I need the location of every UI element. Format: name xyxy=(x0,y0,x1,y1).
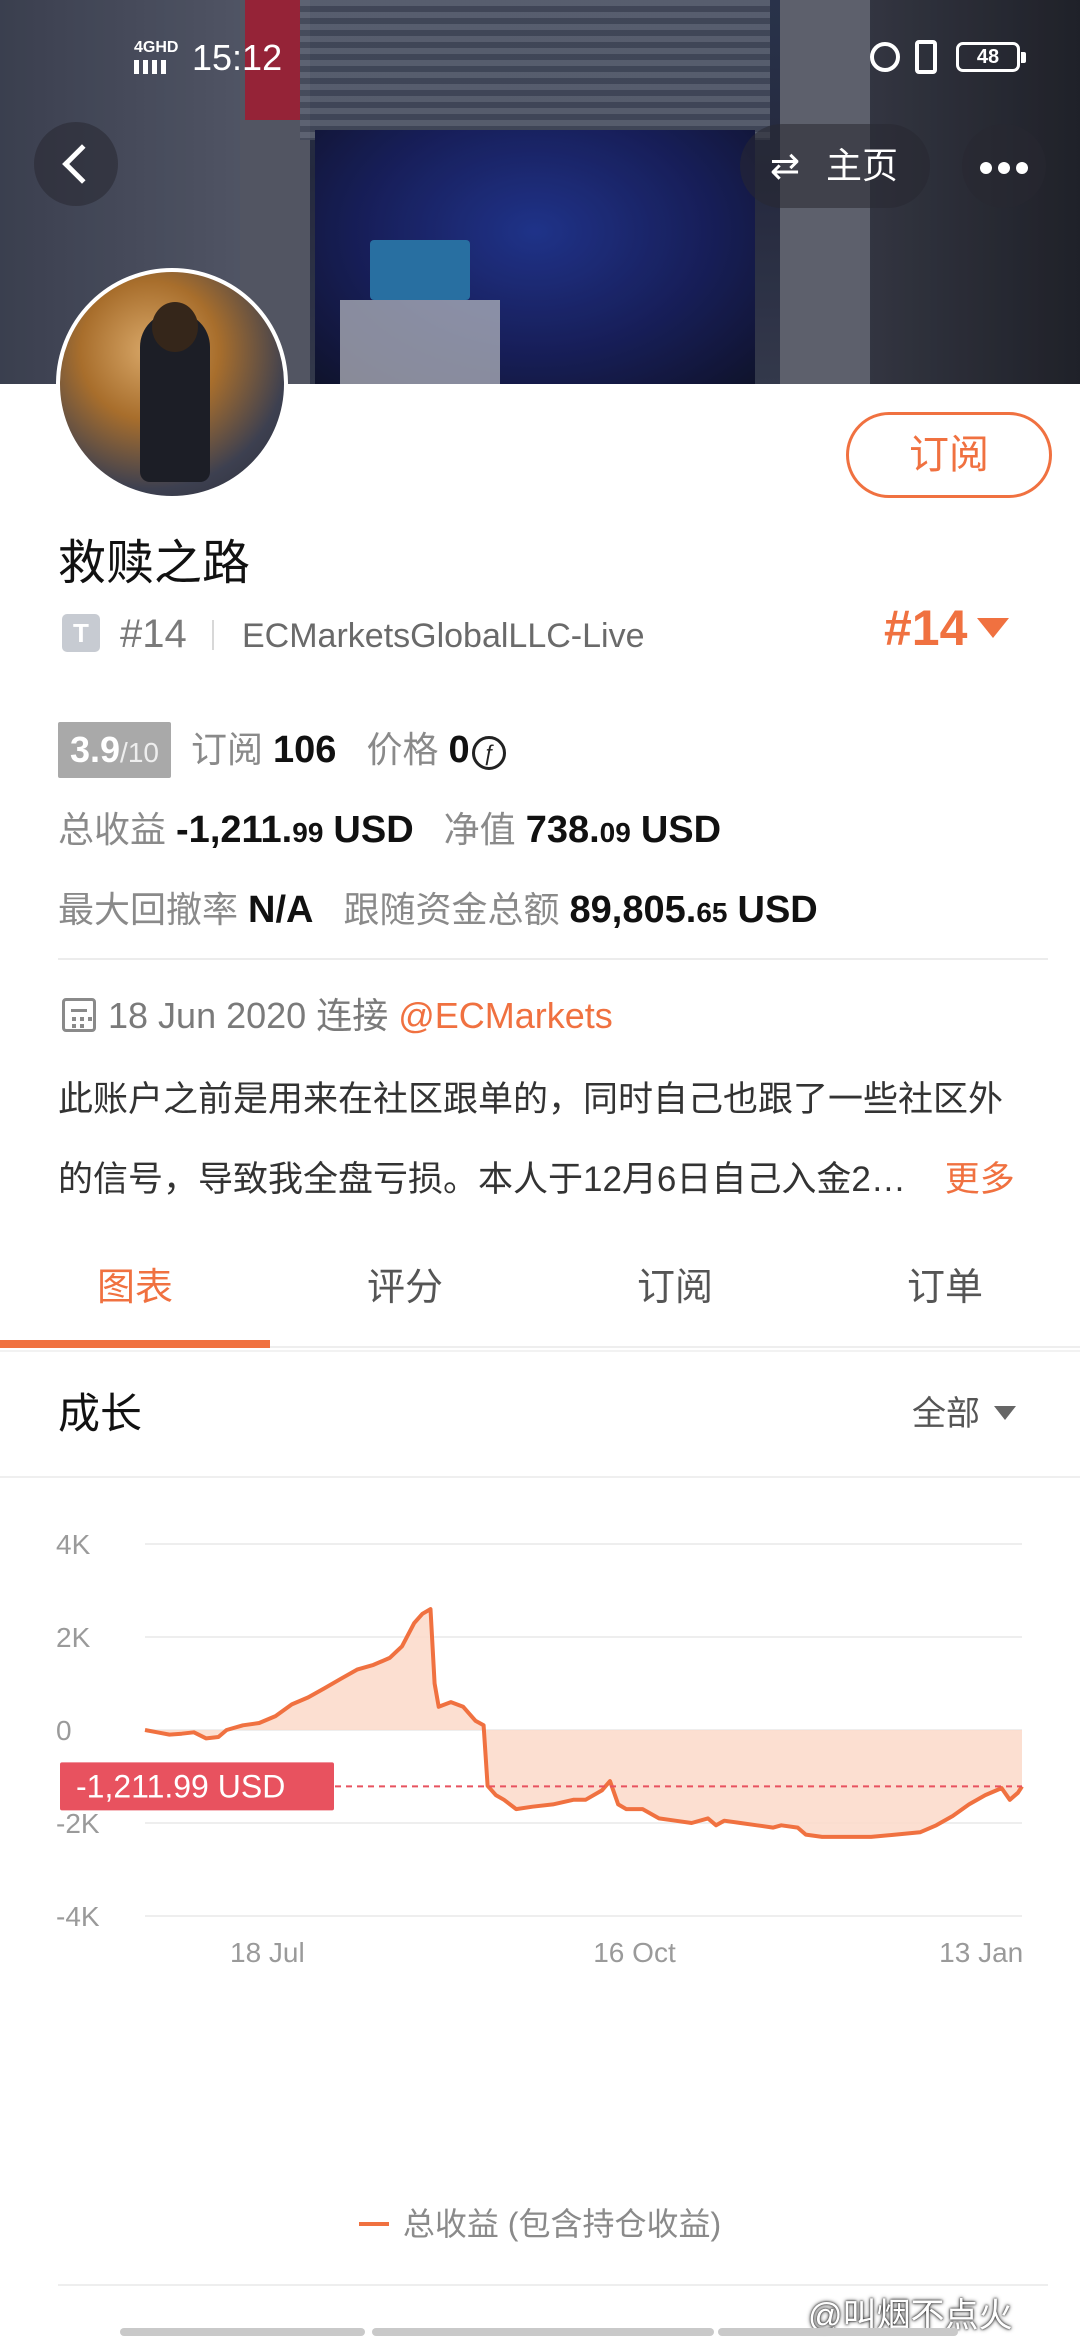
score-badge: 3.9/10 xyxy=(58,722,171,778)
tab-rating[interactable]: 评分 xyxy=(270,1230,540,1346)
home-indicator-segment xyxy=(718,2328,958,2336)
tier-badge: T xyxy=(62,614,100,652)
subscribers-label: 订阅 xyxy=(191,729,264,770)
connect-label: 连接 xyxy=(316,995,389,1036)
total-profit-dec: 99 xyxy=(292,817,324,848)
chevron-left-icon xyxy=(62,144,102,184)
follow-funds-int: 89,805. xyxy=(569,889,697,931)
equity-label: 净值 xyxy=(443,809,516,850)
more-dot-icon xyxy=(1016,162,1028,174)
divider xyxy=(0,1350,1080,1352)
broker-account: ECMarketsGlobalLLC-Live xyxy=(242,617,645,655)
y-tick-label: -4K xyxy=(56,1901,100,1932)
caret-down-icon xyxy=(994,1406,1016,1421)
connect-date: 18 Jun 2020 xyxy=(108,995,307,1036)
follow-funds-value: 89,805.65 xyxy=(570,889,728,931)
max-drawdown-value: N/A xyxy=(248,889,314,931)
tab-bar: 图表 评分 订阅 订单 xyxy=(0,1230,1080,1348)
y-tick-label: 4K xyxy=(56,1529,91,1560)
separator xyxy=(212,620,214,650)
total-profit-value: -1,211.99 xyxy=(176,809,323,851)
y-axis-ticks: 4K 2K 0 -2K -4K xyxy=(56,1529,100,1932)
score-value: 3.9 xyxy=(70,729,121,770)
subscribe-button[interactable]: 订阅 xyxy=(846,412,1052,498)
current-value-label: -1,211.99 USD xyxy=(76,1768,285,1804)
y-tick-label: 0 xyxy=(56,1715,72,1746)
divider xyxy=(58,958,1048,960)
broker-handle-link[interactable]: @ECMarkets xyxy=(398,995,613,1036)
more-dot-icon xyxy=(980,162,992,174)
total-profit-unit: USD xyxy=(333,809,414,851)
trader-name: 救赎之路 xyxy=(58,537,251,590)
network-indicator: 4GHD xyxy=(134,40,178,74)
legend-label: 总收益 (包含持仓收益) xyxy=(402,2206,722,2242)
description-line: 此账户之前是用来在社区跟单的，同时自己也跟了一些社区外 xyxy=(58,1080,1004,1119)
stats-row-2: 总收益 -1,211.99 USD 净值 738.09 USD xyxy=(58,802,721,858)
total-profit-label: 总收益 xyxy=(58,809,167,850)
back-button[interactable] xyxy=(34,122,118,206)
subscribers-count: 106 xyxy=(273,729,337,771)
vibrate-icon xyxy=(915,40,937,74)
connect-row: 18 Jun 2020 连接 @ECMarkets xyxy=(62,988,613,1044)
active-tab-indicator xyxy=(0,1340,270,1348)
battery-icon: 48 xyxy=(956,42,1026,72)
rank-label: #14 xyxy=(120,612,187,656)
tab-subscribe[interactable]: 订阅 xyxy=(540,1230,810,1346)
rank-row: T #14 ECMarketsGlobalLLC-Live xyxy=(62,610,1022,660)
stats-row-3: 最大回撤率 N/A 跟随资金总额 89,805.65 USD xyxy=(58,882,818,938)
divider xyxy=(58,2284,1048,2286)
tab-orders[interactable]: 订单 xyxy=(810,1230,1080,1346)
status-bar: 4GHD 15:12 48 xyxy=(0,30,1080,90)
calendar-icon xyxy=(62,998,96,1032)
home-indicator-segment xyxy=(372,2328,714,2336)
equity-value: 738.09 xyxy=(526,809,631,851)
caret-down-icon xyxy=(977,617,1010,638)
section-title: 成长 xyxy=(58,1390,143,1437)
equity-unit: USD xyxy=(640,809,722,851)
current-value-badge: -1,211.99 USD xyxy=(60,1762,334,1811)
tab-chart[interactable]: 图表 xyxy=(0,1230,270,1346)
range-dropdown[interactable]: 全部 xyxy=(912,1388,1016,1440)
home-indicator-segment xyxy=(120,2328,365,2336)
y-tick-label: 2K xyxy=(56,1622,91,1653)
more-link[interactable]: 更多 xyxy=(945,1160,1015,1199)
rank-dropdown-label: #14 xyxy=(884,600,968,656)
coin-icon: ƒ xyxy=(471,736,506,770)
x-axis-ticks: 18 Jul 16 Oct 13 Jan xyxy=(230,1937,1023,1968)
growth-chart[interactable]: 4K 2K 0 -2K -4K -1,211.99 USD 18 Jul 16 Oct 13… xyxy=(0,1490,1080,2180)
x-tick-label: 18 Jul xyxy=(230,1937,305,1968)
follow-funds-label: 跟随资金总额 xyxy=(343,889,560,930)
equity-int: 738. xyxy=(525,809,600,851)
x-tick-label: 16 Oct xyxy=(593,1937,676,1968)
description-line-2: 的信号，导致我全盘亏损。本人于12月6日自己入金2… 更多 xyxy=(58,1140,1038,1220)
max-drawdown-label: 最大回撤率 xyxy=(58,889,239,930)
description-line-text: 的信号，导致我全盘亏损。本人于12月6日自己入金2… xyxy=(58,1160,906,1199)
avatar[interactable] xyxy=(56,268,288,500)
follow-funds-dec: 65 xyxy=(696,897,728,928)
x-tick-label: 13 Jan xyxy=(939,1937,1023,1968)
price-label: 价格 xyxy=(366,729,439,770)
signal-icon xyxy=(134,60,168,74)
score-max: /10 xyxy=(120,737,159,768)
y-tick-label: -2K xyxy=(56,1808,100,1839)
swap-icon: ⇄ xyxy=(770,145,801,186)
divider xyxy=(0,1476,1080,1478)
more-dot-icon xyxy=(998,162,1010,174)
stats-row-1: 3.9/10 订阅 106 价格 0ƒ xyxy=(58,722,506,778)
more-options-button[interactable] xyxy=(962,124,1046,208)
equity-dec: 09 xyxy=(599,817,631,848)
total-profit-int: -1,211. xyxy=(176,809,293,851)
alarm-icon xyxy=(870,42,900,72)
rank-dropdown[interactable]: #14 xyxy=(884,596,1010,660)
home-button-label: 主页 xyxy=(826,145,899,186)
price-value: 0 xyxy=(448,729,470,771)
home-button[interactable]: ⇄ 主页 xyxy=(740,124,930,208)
range-dropdown-label: 全部 xyxy=(912,1395,980,1433)
network-label: 4GHD xyxy=(134,39,179,56)
chart-legend: 总收益 (包含持仓收益) xyxy=(0,2196,1080,2252)
description: 此账户之前是用来在社区跟单的，同时自己也跟了一些社区外 的信号，导致我全盘亏损。… xyxy=(58,1060,1038,1220)
legend-swatch xyxy=(358,2221,389,2226)
follow-funds-unit: USD xyxy=(737,889,818,931)
clock: 15:12 xyxy=(192,37,283,78)
